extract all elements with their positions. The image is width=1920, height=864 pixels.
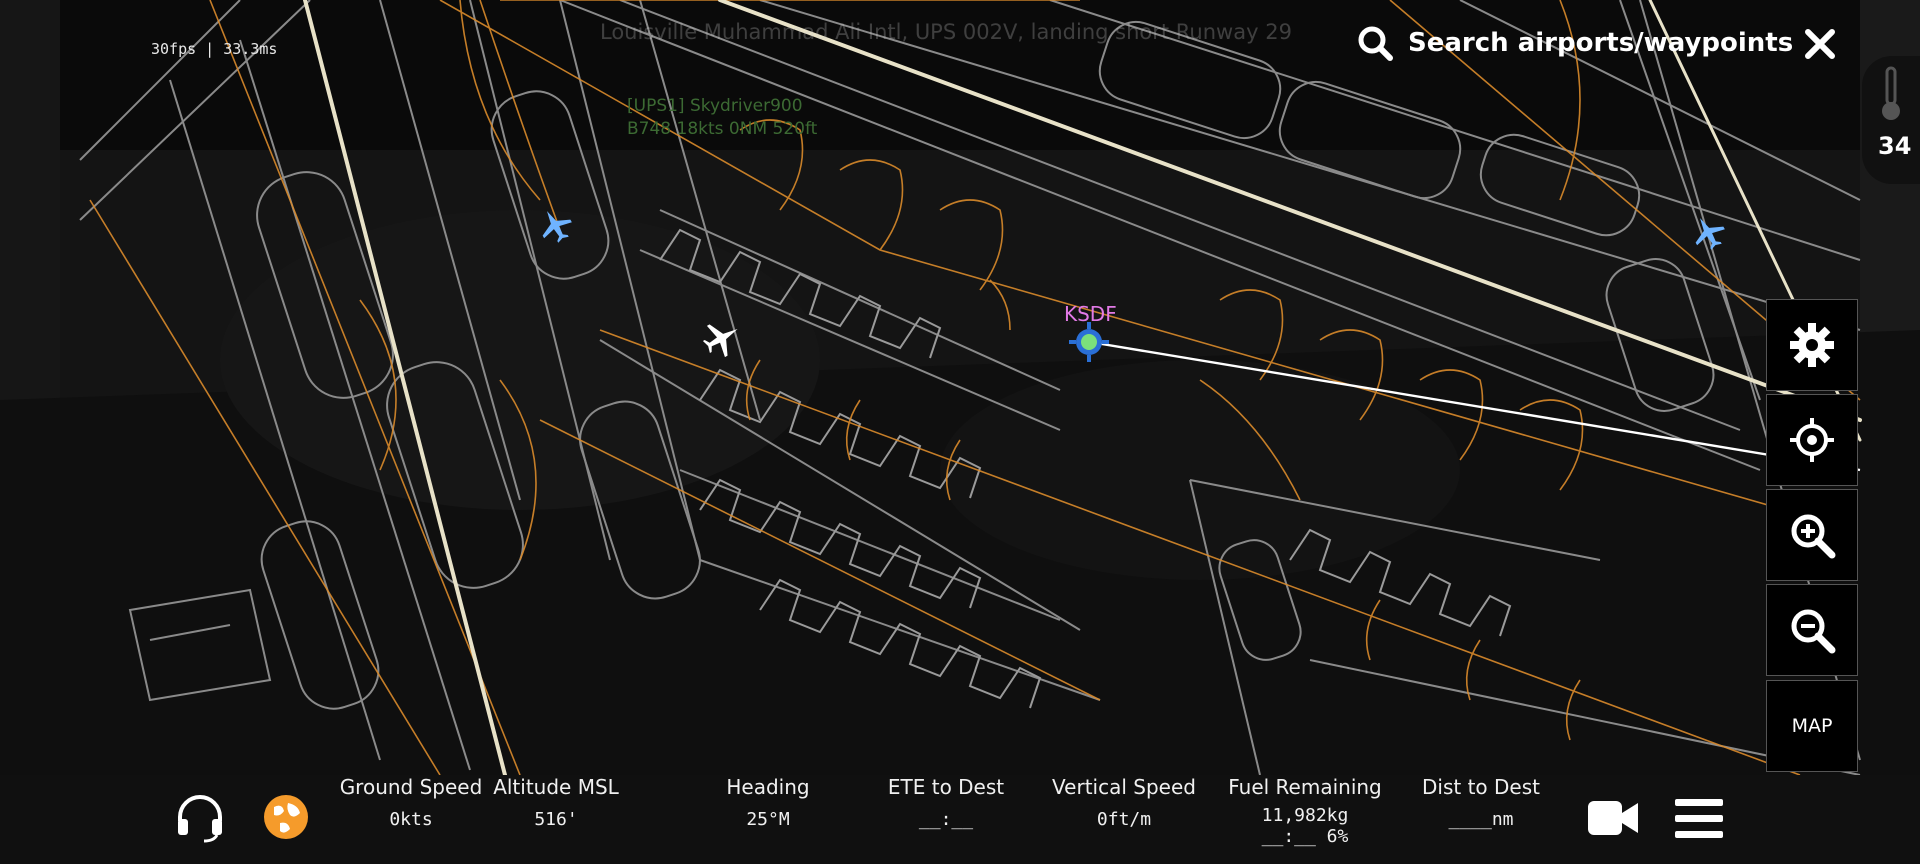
- dist-stat: Dist to Dest ____nm: [1396, 775, 1566, 831]
- dist-value: ____nm: [1448, 809, 1514, 830]
- airport-map[interactable]: [0, 0, 1920, 864]
- camera-icon[interactable]: [1586, 797, 1640, 839]
- headset-icon[interactable]: [174, 791, 226, 843]
- thermometer-icon: [1882, 66, 1900, 120]
- ete-stat: ETE to Dest __:__: [861, 775, 1031, 831]
- atc-message: Louisville Muhammad Ali Intl, UPS 002V, …: [600, 20, 1292, 44]
- traffic-callsign: [UPS1] Skydriver900: [627, 96, 803, 116]
- search-button[interactable]: Search airports/waypoints: [1356, 24, 1793, 62]
- close-icon[interactable]: [1802, 26, 1838, 62]
- fps-readout: 30fps | 33.3ms: [151, 40, 278, 58]
- altitude-stat: Altitude MSL 516': [471, 775, 641, 831]
- weather-chip[interactable]: [1862, 56, 1920, 184]
- search-icon: [1358, 26, 1393, 61]
- map-mode-button[interactable]: MAP: [1766, 680, 1858, 772]
- ete-value: __:__: [918, 809, 974, 830]
- heading-stat: Heading 25°M: [683, 775, 853, 831]
- settings-button[interactable]: [1766, 299, 1858, 391]
- dist-label: Dist to Dest: [1422, 775, 1540, 799]
- bottom-bar: Ground Speed 0kts Altitude MSL 516' Head…: [0, 775, 1920, 864]
- zoom-in-button[interactable]: [1766, 489, 1858, 581]
- ai-aircraft-icon[interactable]: [533, 203, 577, 248]
- search-label: Search airports/waypoints: [1408, 28, 1794, 58]
- vertical-speed-label: Vertical Speed: [1052, 775, 1196, 799]
- airport-label: KSDF: [1064, 302, 1117, 326]
- map-button-label: MAP: [1791, 715, 1833, 737]
- menu-icon[interactable]: [1673, 797, 1725, 841]
- zoom-out-button[interactable]: [1766, 584, 1858, 676]
- taxiway-lines: [89, 0, 1861, 776]
- fuel-value: 11,982kg: [1261, 805, 1349, 826]
- temperature-value: 34: [1878, 132, 1912, 160]
- traffic-label: [UPS1] Skydriver900 B748 18kts 0NM 520ft: [627, 95, 817, 141]
- crosshair-icon: [1790, 418, 1834, 462]
- globe-icon[interactable]: [262, 793, 310, 841]
- heading-value: 25°M: [746, 809, 790, 830]
- center-map-button[interactable]: [1766, 394, 1858, 486]
- traffic-details: B748 18kts 0NM 520ft: [627, 119, 818, 139]
- airport-marker-icon[interactable]: [1069, 322, 1109, 362]
- apron-outlines: [79, 0, 1861, 776]
- ete-label: ETE to Dest: [887, 775, 1005, 799]
- altitude-value: 516': [534, 809, 578, 830]
- fuel-stat: Fuel Remaining 11,982kg __:__ 6%: [1220, 775, 1390, 847]
- user-aircraft-icon[interactable]: [697, 313, 746, 362]
- vertical-speed-stat: Vertical Speed 0ft/m: [1039, 775, 1209, 831]
- vertical-speed-value: 0ft/m: [1096, 809, 1152, 830]
- gear-icon: [1790, 323, 1834, 367]
- zoom-out-icon: [1791, 609, 1836, 654]
- heading-label: Heading: [726, 775, 810, 799]
- altitude-label: Altitude MSL: [493, 775, 619, 799]
- zoom-in-icon: [1791, 514, 1836, 559]
- fuel-time-value: __:__ 6%: [1261, 826, 1349, 847]
- fuel-label: Fuel Remaining: [1228, 775, 1382, 799]
